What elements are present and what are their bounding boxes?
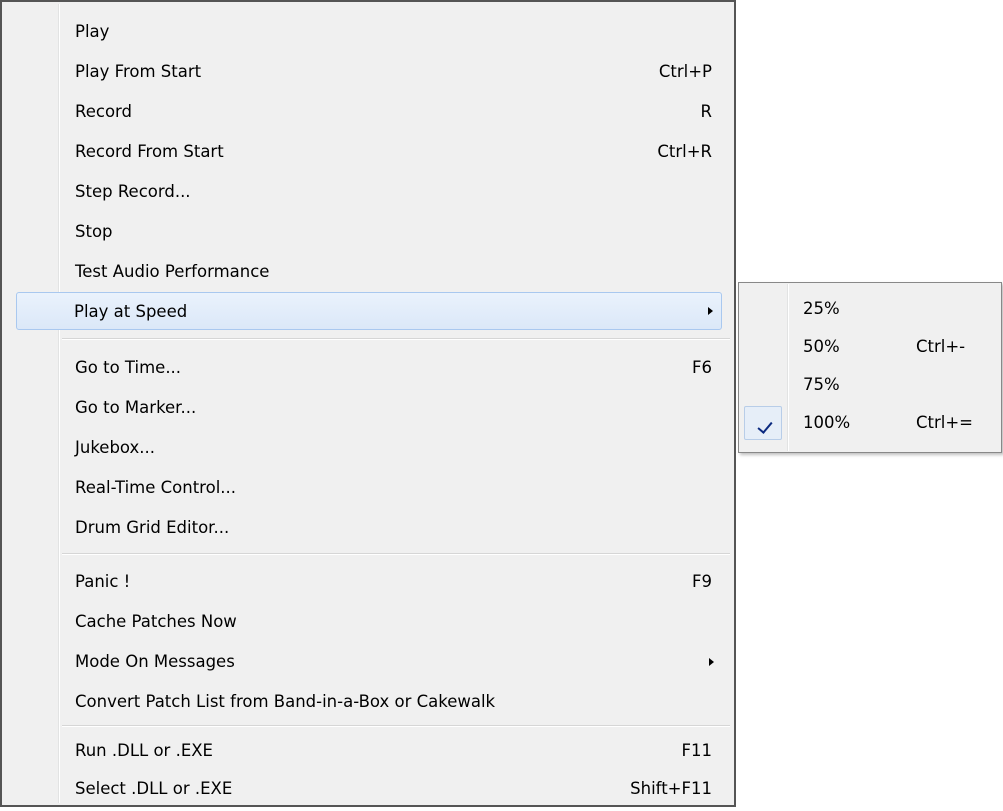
menu-item-run-dll-or-exe[interactable]: Run .DLL or .EXE F11 [4,732,732,770]
submenu-item-label: 25% [803,299,840,318]
menu-item-go-to-time[interactable]: Go to Time... F6 [4,349,732,387]
menu-item-panic[interactable]: Panic ! F9 [4,563,732,601]
submenu-item-label: 100% [803,413,851,432]
menu-item-label: Select .DLL or .EXE [75,779,233,798]
menu-item-go-to-marker[interactable]: Go to Marker... [4,389,732,427]
submenu-item-speed-25[interactable]: 25% [740,290,1000,328]
menu-item-play-from-start[interactable]: Play From Start Ctrl+P [4,53,732,91]
menu-item-label: Play [75,22,110,41]
menu-item-step-record[interactable]: Step Record... [4,173,732,211]
menu-item-test-audio-performance[interactable]: Test Audio Performance [4,253,732,291]
menu-item-jukebox[interactable]: Jukebox... [4,429,732,467]
menu-item-label: Run .DLL or .EXE [75,741,213,760]
submenu-item-speed-100[interactable]: 100% Ctrl+= [740,404,1000,442]
menu-item-real-time-control[interactable]: Real-Time Control... [4,469,732,507]
menu-item-label: Jukebox... [75,438,156,457]
chevron-right-icon [709,658,714,666]
menu-item-record-from-start[interactable]: Record From Start Ctrl+R [4,133,732,171]
menu-item-label: Test Audio Performance [75,262,270,281]
menu-item-label: Mode On Messages [75,652,235,671]
submenu-item-label: 75% [803,375,840,394]
menu-item-label: Go to Marker... [75,398,197,417]
menu-item-shortcut: Ctrl+P [658,62,712,81]
submenu-item-label: 50% [803,337,840,356]
menu-item-stop[interactable]: Stop [4,213,732,251]
play-at-speed-submenu: 25% 50% Ctrl+- 75% 100% Ctrl+= [738,282,1002,453]
menu-item-label: Record From Start [75,142,224,161]
menu-item-shortcut: R [700,102,712,121]
menu-item-record[interactable]: Record R [4,93,732,131]
check-indicator [744,406,782,440]
menu-separator [62,338,730,340]
menu-separator [62,553,730,555]
menu-item-label: Play From Start [75,62,202,81]
submenu-item-speed-50[interactable]: 50% Ctrl+- [740,328,1000,366]
menu-item-label: Record [75,102,133,121]
menu-item-cache-patches-now[interactable]: Cache Patches Now [4,603,732,641]
menu-item-label: Panic ! [75,572,131,591]
menu-item-convert-patch-list[interactable]: Convert Patch List from Band-in-a-Box or… [4,683,732,721]
submenu-item-shortcut: Ctrl+= [916,413,974,432]
menu-item-shortcut: Ctrl+R [657,142,712,161]
menu-item-shortcut: F11 [681,741,713,760]
chevron-right-icon [708,307,713,315]
submenu-item-shortcut: Ctrl+- [916,337,966,356]
menu-item-label: Real-Time Control... [75,478,237,497]
menu-item-label: Play at Speed [74,302,188,321]
menu-item-play[interactable]: Play [4,13,732,51]
menu-item-label: Go to Time... [75,358,182,377]
check-icon [757,418,773,434]
menu-item-shortcut: F9 [692,572,712,591]
menu-item-shortcut: F6 [692,358,712,377]
menu-item-select-dll-or-exe[interactable]: Select .DLL or .EXE Shift+F11 [4,770,732,808]
menu-item-label: Stop [75,222,113,241]
menu-item-label: Step Record... [75,182,191,201]
menu-item-label: Cache Patches Now [75,612,237,631]
menu-item-drum-grid-editor[interactable]: Drum Grid Editor... [4,509,732,547]
menu-item-label: Convert Patch List from Band-in-a-Box or… [75,692,496,711]
menu-separator [62,725,730,727]
menu-item-play-at-speed[interactable]: Play at Speed [16,292,722,330]
menu-item-shortcut: Shift+F11 [630,779,712,798]
submenu-item-speed-75[interactable]: 75% [740,366,1000,404]
playback-context-menu: Play Play From Start Ctrl+P Record R Rec… [0,0,736,807]
menu-item-mode-on-messages[interactable]: Mode On Messages [4,643,732,681]
menu-item-label: Drum Grid Editor... [75,518,230,537]
